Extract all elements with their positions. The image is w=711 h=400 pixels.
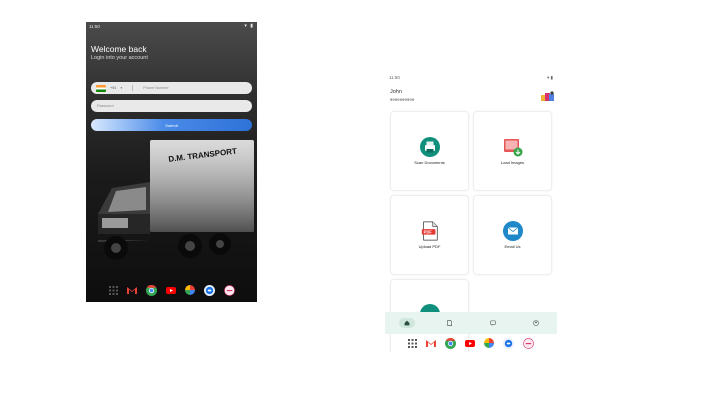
home-icon bbox=[404, 320, 409, 326]
password-placeholder[interactable]: Password bbox=[97, 104, 114, 108]
status-icons: ▾ ▮ bbox=[244, 23, 254, 29]
email-icon bbox=[502, 221, 523, 241]
tab-home[interactable] bbox=[398, 318, 415, 328]
chrome-icon[interactable] bbox=[145, 284, 157, 296]
password-field[interactable]: Password bbox=[91, 100, 252, 112]
card-label: Email Us bbox=[504, 244, 521, 249]
status-time: 11:50 bbox=[89, 23, 100, 29]
india-flag-icon bbox=[96, 84, 106, 92]
tab-messages[interactable] bbox=[485, 318, 501, 328]
load-images-icon bbox=[503, 139, 522, 157]
chevron-down-icon[interactable]: ▾ bbox=[120, 86, 122, 90]
welcome-subtitle: Login into your account bbox=[91, 55, 148, 61]
avatar[interactable] bbox=[541, 91, 555, 101]
card-label: Load Images bbox=[500, 160, 525, 165]
pdf-file-icon: PDF bbox=[421, 221, 438, 241]
chat-icon bbox=[489, 320, 496, 326]
extra-app-icon[interactable] bbox=[223, 284, 235, 296]
submit-button-label: Submit bbox=[165, 122, 178, 128]
screen-stage: 11:50 ▾ ▮ Welcome back Login into your a… bbox=[0, 0, 711, 400]
status-bar: 11:50 ▾ ▮ bbox=[385, 75, 557, 83]
gmail-icon[interactable] bbox=[126, 286, 137, 294]
country-code[interactable]: +91 bbox=[110, 86, 116, 90]
login-screen: 11:50 ▾ ▮ Welcome back Login into your a… bbox=[86, 22, 257, 302]
welcome-title: Welcome back bbox=[91, 44, 147, 54]
upload-pdf-card[interactable]: PDF Upload PDF bbox=[390, 195, 469, 275]
truck-illustration: D.M. TRANSPORT bbox=[90, 140, 254, 260]
status-bar: 11:50 ▾ ▮ bbox=[86, 22, 257, 30]
status-time: 11:50 bbox=[389, 75, 400, 80]
card-label: Upload PDF bbox=[418, 244, 441, 249]
tab-profile[interactable] bbox=[528, 318, 544, 328]
svg-text:PDF: PDF bbox=[423, 230, 432, 235]
taskbar-right bbox=[385, 334, 557, 352]
gmail-icon[interactable] bbox=[426, 339, 436, 347]
messages-icon[interactable] bbox=[503, 337, 514, 349]
messages-icon[interactable] bbox=[203, 284, 215, 296]
dashboard-screen: 11:50 ▾ ▮ John 9999999999 Scan Documents bbox=[385, 72, 557, 352]
phone-number-placeholder[interactable]: Phone Number bbox=[143, 86, 169, 90]
user-phone: 9999999999 bbox=[390, 97, 415, 102]
chrome-icon[interactable] bbox=[445, 337, 456, 349]
phone-number-field[interactable]: +91 ▾ Phone Number bbox=[91, 82, 252, 94]
user-name: John bbox=[390, 89, 402, 95]
youtube-icon[interactable] bbox=[165, 286, 176, 294]
extra-app-icon[interactable] bbox=[523, 337, 534, 349]
field-divider bbox=[132, 85, 134, 91]
load-images-card[interactable]: Load Images bbox=[473, 111, 552, 191]
status-icons: ▾ ▮ bbox=[547, 75, 553, 80]
profile-icon bbox=[532, 320, 539, 326]
taskbar-left bbox=[86, 280, 257, 300]
email-us-card[interactable]: Email Us bbox=[473, 195, 552, 275]
bottom-navigation bbox=[385, 312, 557, 334]
card-label: Scan Documents bbox=[414, 160, 445, 165]
photos-icon[interactable] bbox=[184, 285, 195, 295]
scan-documents-card[interactable]: Scan Documents bbox=[390, 111, 469, 191]
apps-grid-icon[interactable] bbox=[408, 338, 417, 348]
photos-icon[interactable] bbox=[484, 338, 494, 348]
apps-grid-icon[interactable] bbox=[108, 285, 118, 295]
scanner-icon bbox=[419, 137, 440, 157]
document-icon bbox=[447, 320, 452, 326]
youtube-icon[interactable] bbox=[465, 339, 475, 347]
tab-documents[interactable] bbox=[442, 318, 458, 328]
